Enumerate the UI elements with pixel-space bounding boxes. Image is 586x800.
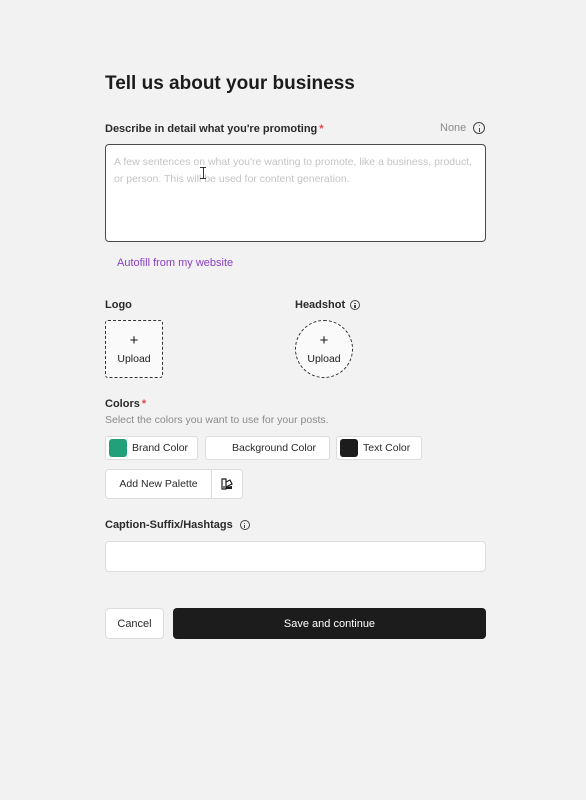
chip-label: Brand Color [132, 442, 189, 454]
chip-label: Background Color [232, 442, 317, 454]
palette-picker-button[interactable] [212, 470, 242, 498]
caption-label-text: Caption-Suffix/Hashtags [105, 519, 233, 531]
caption-label: Caption-Suffix/Hashtags [105, 519, 250, 531]
info-icon[interactable] [350, 300, 361, 310]
required-asterisk: * [319, 123, 324, 135]
info-icon[interactable] [239, 520, 250, 530]
headshot-label: Headshot [295, 299, 361, 311]
background-color-chip[interactable]: Background Color [205, 436, 330, 460]
description-label: Describe in detail what you're promoting… [105, 123, 324, 135]
colors-label: Colors * [105, 398, 146, 410]
text-cursor-icon [200, 167, 206, 179]
text-color-swatch [340, 439, 358, 457]
colors-subtitle: Select the colors you want to use for yo… [105, 414, 329, 426]
headshot-upload-button[interactable]: + Upload [295, 320, 353, 378]
plus-icon: + [319, 332, 329, 349]
brand-color-chip[interactable]: Brand Color [105, 436, 198, 460]
save-and-continue-button[interactable]: Save and continue [173, 608, 486, 639]
upload-label: Upload [117, 353, 151, 365]
description-extra: None [440, 122, 486, 134]
info-icon[interactable] [473, 122, 486, 134]
palette-swatch-icon [221, 478, 233, 490]
description-label-text: Describe in detail what you're promoting [105, 123, 318, 135]
logo-label: Logo [105, 299, 132, 311]
plus-icon: + [129, 332, 139, 349]
background-color-swatch [209, 439, 227, 457]
page-title: Tell us about your business [105, 73, 355, 94]
add-new-palette-button[interactable]: Add New Palette [106, 470, 212, 498]
headshot-label-text: Headshot [295, 299, 346, 311]
brand-color-swatch [109, 439, 127, 457]
add-palette-group: Add New Palette [105, 469, 243, 499]
colors-label-text: Colors [105, 398, 140, 410]
logo-upload-button[interactable]: + Upload [105, 320, 163, 378]
upload-label: Upload [307, 353, 341, 365]
cancel-button[interactable]: Cancel [105, 608, 164, 639]
text-color-chip[interactable]: Text Color [336, 436, 422, 460]
description-textarea[interactable] [105, 144, 486, 242]
caption-suffix-input[interactable] [105, 541, 486, 572]
none-text: None [440, 122, 467, 134]
required-asterisk: * [141, 398, 147, 410]
autofill-link[interactable]: Autofill from my website [117, 257, 233, 269]
chip-label: Text Color [363, 442, 411, 454]
